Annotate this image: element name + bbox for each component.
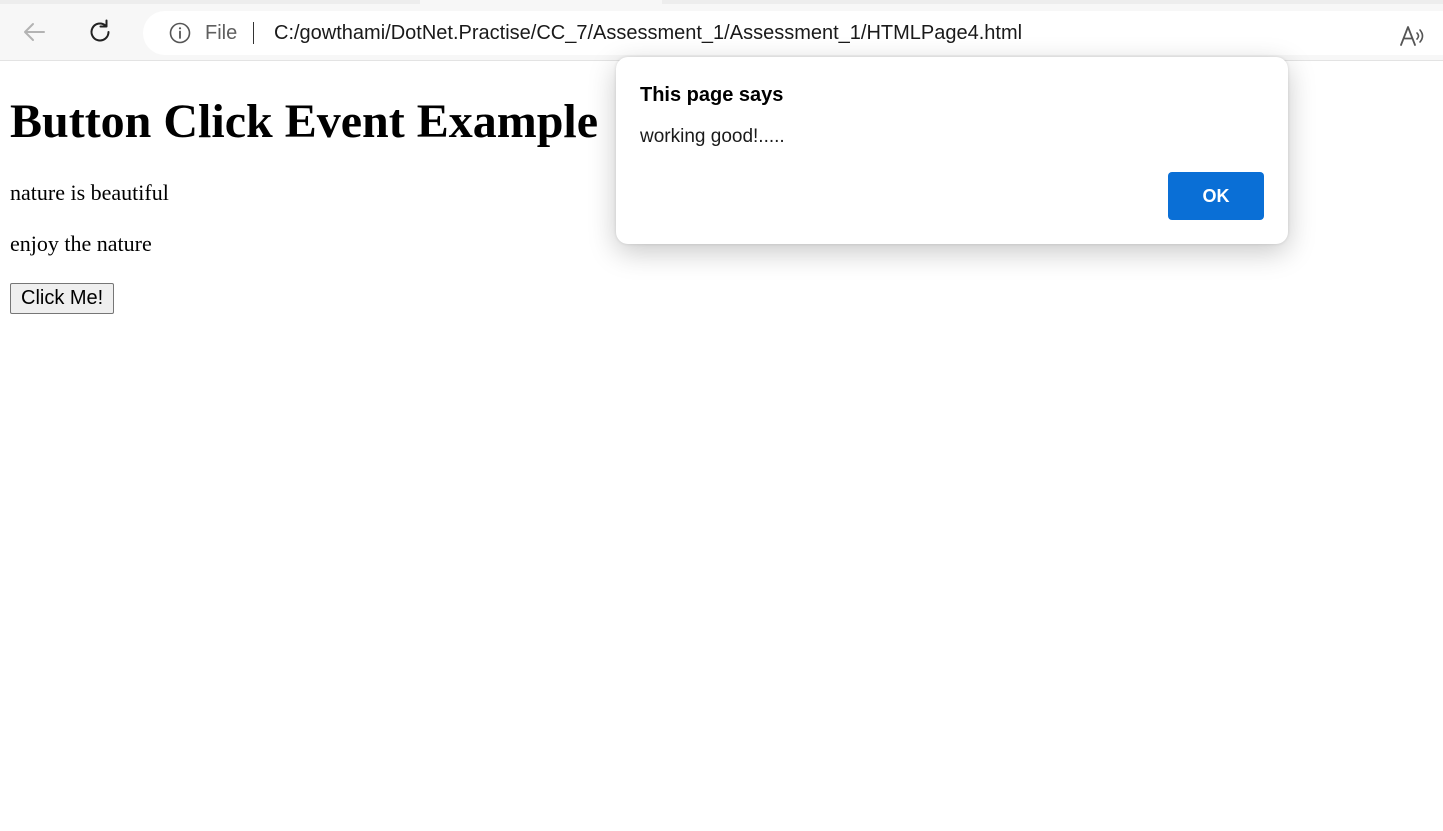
- read-aloud-button[interactable]: [1397, 22, 1429, 50]
- paragraph-2: enjoy the nature: [10, 231, 152, 256]
- alert-dialog: This page says working good!..... OK: [616, 57, 1288, 244]
- address-bar[interactable]: File C:/gowthami/DotNet.Practise/CC_7/As…: [143, 11, 1443, 55]
- ok-button[interactable]: OK: [1168, 172, 1264, 220]
- paragraph-1: nature is beautiful: [10, 180, 169, 205]
- arrow-left-icon: [24, 23, 45, 41]
- dialog-title: This page says: [640, 84, 784, 106]
- url-text[interactable]: C:/gowthami/DotNet.Practise/CC_7/Assessm…: [274, 22, 1022, 44]
- browser-toolbar: File C:/gowthami/DotNet.Practise/CC_7/As…: [0, 4, 1443, 61]
- address-divider: [253, 22, 254, 44]
- click-me-button[interactable]: Click Me!: [10, 283, 115, 314]
- dialog-message: working good!.....: [640, 126, 785, 147]
- refresh-icon: [90, 19, 110, 42]
- read-aloud-icon: [1400, 26, 1424, 46]
- info-circle-icon[interactable]: [169, 22, 191, 44]
- page-heading: Button Click Event Example: [10, 95, 599, 148]
- scheme-label[interactable]: File: [205, 22, 237, 44]
- back-button[interactable]: [16, 14, 52, 50]
- reload-button[interactable]: [82, 14, 118, 50]
